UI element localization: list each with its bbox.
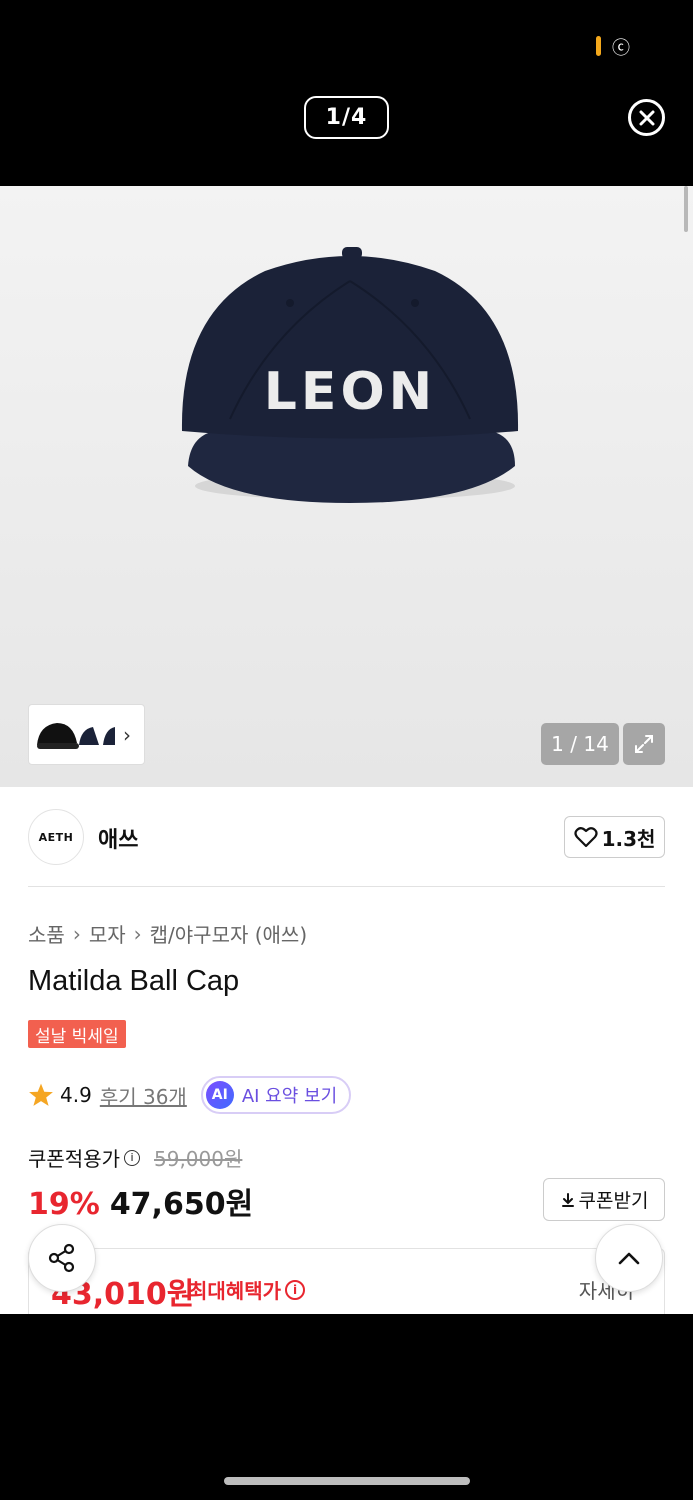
download-coupon-button[interactable]: 쿠폰받기 (543, 1178, 665, 1221)
scrollbar[interactable] (684, 186, 688, 232)
product-image: LEON (181, 247, 519, 503)
image-counter: 1/4 (304, 96, 389, 139)
original-price: 59,000원 (154, 1147, 243, 1171)
expand-button[interactable] (623, 723, 665, 765)
discount-rate: 19% (28, 1187, 100, 1222)
sale-badge: 설날 빅세일 (28, 1020, 126, 1048)
breadcrumb: 소품 › 모자 › 캡/야구모자 (애쓰) (28, 919, 307, 948)
breadcrumb-item[interactable]: 모자 (89, 919, 126, 948)
share-icon (48, 1243, 75, 1273)
chevron-up-icon (618, 1252, 640, 1265)
like-count: 1.3천 (601, 826, 656, 851)
coupon-button-label: 쿠폰받기 (578, 1190, 649, 1212)
coupon-price-label: 쿠폰적용가 (28, 1147, 120, 1171)
status-icon: ⓒ (612, 38, 630, 59)
share-button[interactable] (28, 1224, 96, 1292)
max-benefit-box[interactable]: 43,010원 최대혜택가 i 자세히 (28, 1248, 665, 1314)
bottom-area (0, 1314, 693, 1500)
final-price: 47,650원 (109, 1187, 254, 1222)
info-icon[interactable]: i (124, 1149, 140, 1166)
brand-row: AETH 애쓰 1.3천 (28, 809, 665, 865)
like-button[interactable]: 1.3천 (564, 816, 665, 858)
chevron-right-icon: › (72, 921, 81, 946)
max-benefit-label: 최대혜택가 i (189, 1275, 305, 1304)
breadcrumb-item[interactable]: 소품 (28, 919, 65, 948)
price-row: 19% 47,650원 (28, 1179, 253, 1223)
chevron-right-icon: › (133, 921, 142, 946)
info-icon[interactable]: i (285, 1279, 305, 1300)
rating-row: 4.9 후기 36개 AI AI 요약 보기 (28, 1076, 352, 1114)
close-button[interactable] (628, 99, 665, 136)
breadcrumb-item[interactable]: 캡/야구모자 (애쓰) (150, 919, 308, 948)
slide-counter: 1 / 14 (541, 723, 619, 765)
coupon-price-label-row: 쿠폰적용가 i 59,000원 (28, 1143, 242, 1172)
reviews-link[interactable]: 후기 36개 (100, 1081, 187, 1110)
star-icon (29, 1083, 53, 1106)
status-indicator (596, 36, 601, 56)
close-icon (639, 110, 654, 125)
scroll-to-top-button[interactable] (595, 1224, 663, 1292)
chevron-right-icon: › (123, 722, 131, 747)
divider (28, 886, 665, 887)
expand-icon (635, 735, 653, 753)
download-icon (561, 1192, 574, 1207)
ai-summary-label: AI 요약 보기 (241, 1086, 338, 1107)
brand-name[interactable]: 애쓰 (98, 822, 138, 854)
max-benefit-label-text: 최대혜택가 (189, 1279, 281, 1303)
product-title: Matilda Ball Cap (28, 965, 240, 997)
viewer-top-bar: ⓒ 1/4 (0, 0, 693, 186)
ai-summary-button[interactable]: AI AI 요약 보기 (200, 1076, 352, 1114)
product-image-gallery[interactable]: LEON › 1 / 14 (0, 186, 693, 787)
thumbnail-images (37, 722, 115, 749)
heart-icon (573, 827, 598, 848)
product-info: AETH 애쓰 1.3천 소품 › 모자 › 캡/야구모자 (애쓰) Matil… (0, 787, 693, 1314)
thumbnail-strip[interactable]: › (28, 704, 145, 765)
rating-value: 4.9 (60, 1083, 92, 1107)
cap-logo-text: LEON (264, 362, 436, 422)
home-indicator[interactable] (224, 1477, 470, 1485)
brand-logo[interactable]: AETH (28, 809, 84, 865)
ai-badge-icon: AI (205, 1081, 234, 1109)
